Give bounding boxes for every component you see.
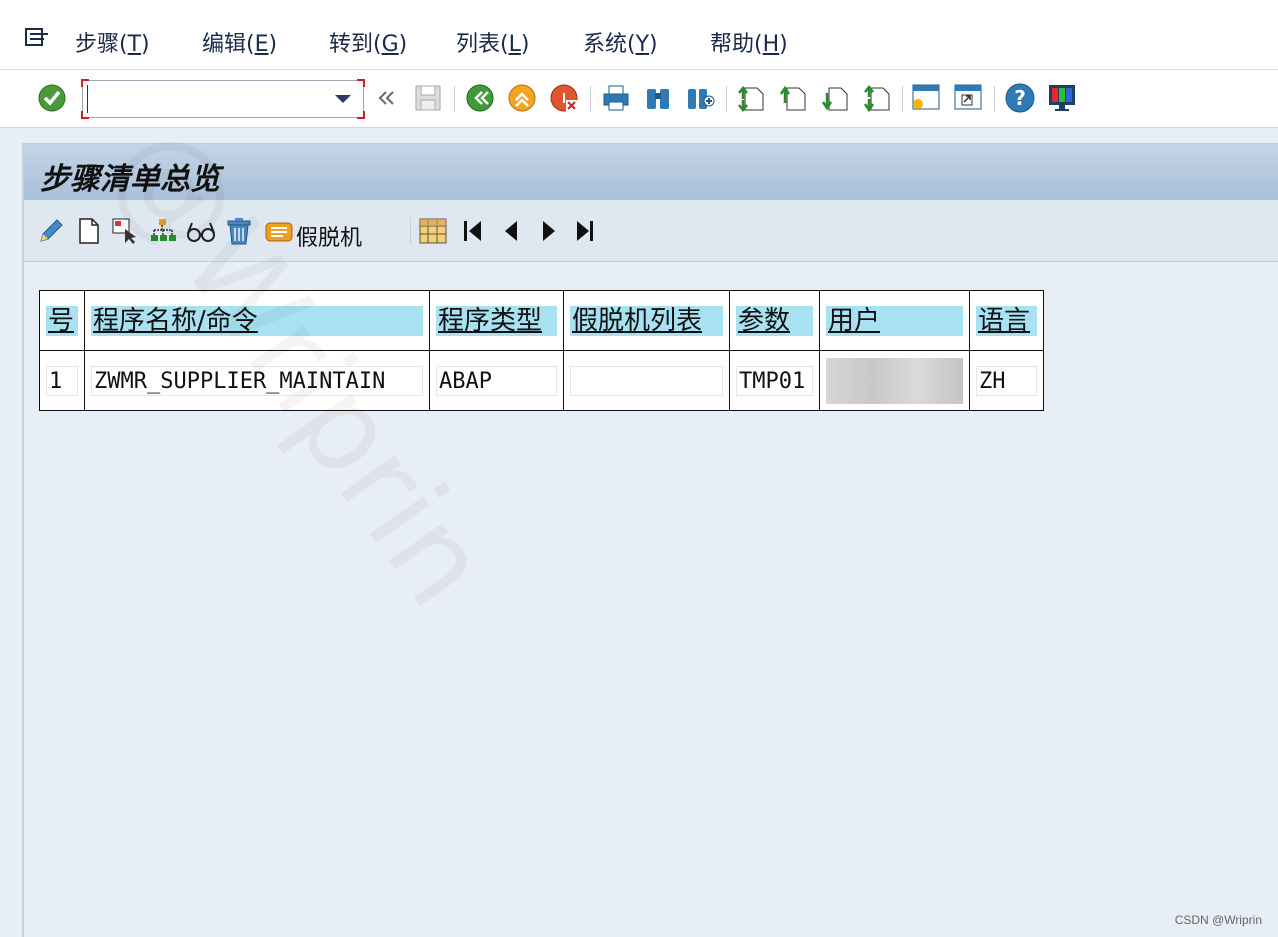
- cell-user[interactable]: [819, 350, 970, 411]
- spool-label[interactable]: 假脱机: [296, 220, 362, 252]
- last-icon[interactable]: [570, 216, 600, 246]
- column-header-program-type[interactable]: 程序类型: [429, 290, 564, 351]
- menu-bar: 步骤(T) 编辑(E) 转到(G) 列表(L) 系统(Y) 帮助(H): [0, 0, 1278, 70]
- menu-item-help[interactable]: 帮助(H): [710, 26, 788, 58]
- print-icon[interactable]: [600, 82, 632, 114]
- next-icon[interactable]: [534, 216, 564, 246]
- layout-menu-icon[interactable]: [1046, 82, 1078, 114]
- create-session-icon[interactable]: [910, 82, 942, 114]
- delete-trash-icon[interactable]: [224, 216, 254, 246]
- redacted-user: [826, 357, 963, 404]
- last-page-icon[interactable]: [862, 82, 894, 114]
- application-toolbar: 假脱机: [24, 200, 1278, 262]
- previous-icon[interactable]: [496, 216, 526, 246]
- help-icon[interactable]: ?: [1004, 82, 1036, 114]
- new-document-icon[interactable]: [74, 216, 104, 246]
- column-header-language[interactable]: 语言: [969, 290, 1044, 351]
- column-header-parameter[interactable]: 参数: [729, 290, 820, 351]
- enter-icon[interactable]: [36, 82, 68, 114]
- collapse-icon[interactable]: [370, 82, 402, 114]
- menu-item-system[interactable]: 系统(Y): [583, 26, 658, 58]
- menu-item-goto[interactable]: 转到(G): [329, 26, 407, 58]
- command-input[interactable]: [87, 85, 327, 113]
- standard-toolbar: ?: [0, 70, 1278, 128]
- svg-text:?: ?: [1014, 86, 1026, 110]
- step-list-table: 号 程序名称/命令 程序类型 假脱机列表 参数 用户 语言 1 ZWMR_SUP…: [39, 290, 1044, 411]
- layout-grid-icon[interactable]: [418, 216, 448, 246]
- chevron-down-icon[interactable]: [335, 95, 351, 103]
- cell-parameter[interactable]: TMP01: [729, 350, 820, 411]
- cell-program-type[interactable]: ABAP: [429, 350, 564, 411]
- next-page-icon[interactable]: [820, 82, 852, 114]
- cell-spool-list[interactable]: [563, 350, 730, 411]
- column-header-number[interactable]: 号: [39, 290, 85, 351]
- cancel-icon[interactable]: [548, 82, 580, 114]
- shortcut-icon[interactable]: [952, 82, 984, 114]
- menu-item-list[interactable]: 列表(L): [456, 26, 529, 58]
- title-band: 步骤清单总览: [24, 143, 1278, 200]
- page-title: 步骤清单总览: [40, 162, 220, 197]
- first-icon[interactable]: [458, 216, 488, 246]
- first-page-icon[interactable]: [736, 82, 768, 114]
- table-header-row: 号 程序名称/命令 程序类型 假脱机列表 参数 用户 语言: [39, 290, 1044, 351]
- credit-text: CSDN @Wriprin: [1174, 913, 1262, 927]
- column-header-spool-list[interactable]: 假脱机列表: [563, 290, 730, 351]
- cell-program[interactable]: ZWMR_SUPPLIER_MAINTAIN: [84, 350, 430, 411]
- previous-page-icon[interactable]: [778, 82, 810, 114]
- find-next-icon[interactable]: [684, 82, 716, 114]
- hierarchy-icon[interactable]: [148, 216, 178, 246]
- cell-number[interactable]: 1: [39, 350, 85, 411]
- cell-language[interactable]: ZH: [969, 350, 1044, 411]
- exit-icon[interactable]: [506, 82, 538, 114]
- display-glasses-icon[interactable]: [186, 216, 216, 246]
- column-header-user[interactable]: 用户: [819, 290, 970, 351]
- save-icon[interactable]: [412, 82, 444, 114]
- left-edge: [22, 143, 24, 937]
- back-icon[interactable]: [464, 82, 496, 114]
- command-field[interactable]: [81, 79, 365, 119]
- find-icon[interactable]: [642, 82, 674, 114]
- menu-item-edit[interactable]: 编辑(E): [202, 26, 277, 58]
- table-row[interactable]: 1 ZWMR_SUPPLIER_MAINTAIN ABAP TMP01 ZH: [39, 350, 1044, 411]
- menu-icon[interactable]: [24, 26, 50, 48]
- column-header-program[interactable]: 程序名称/命令: [84, 290, 430, 351]
- spool-icon[interactable]: [264, 216, 294, 246]
- select-icon[interactable]: [110, 216, 140, 246]
- menu-item-step[interactable]: 步骤(T): [75, 26, 150, 58]
- edit-pencil-icon[interactable]: [36, 216, 66, 246]
